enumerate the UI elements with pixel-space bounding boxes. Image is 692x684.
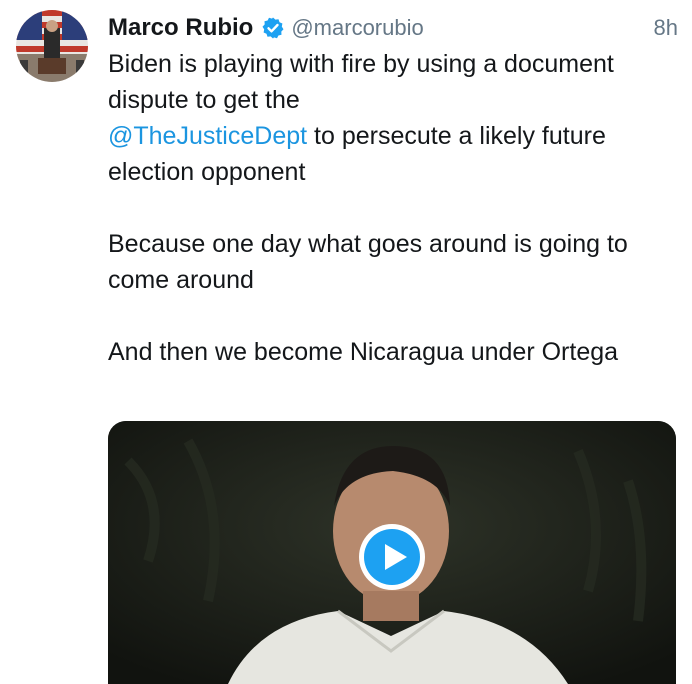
display-name[interactable]: Marco Rubio [108, 14, 253, 42]
video-player[interactable] [108, 421, 676, 684]
tweet-header: Marco Rubio @marcorubio 8h [108, 12, 678, 44]
tweet-text: Biden is playing with fire by using a do… [108, 46, 678, 370]
mention-link[interactable]: @TheJusticeDept [108, 122, 307, 150]
tweet-card[interactable]: Marco Rubio @marcorubio 8h Biden is play… [0, 0, 692, 684]
verified-badge-icon [261, 16, 285, 40]
tweet-paragraph-2: Because one day what goes around is goin… [108, 230, 628, 294]
user-handle[interactable]: @marcorubio [291, 15, 423, 41]
tweet-paragraph-1: Biden is playing with fire by using a do… [108, 46, 678, 190]
tweet-text-line1: Biden is playing with fire by using a do… [108, 50, 614, 114]
play-icon[interactable] [357, 522, 427, 592]
tweet-paragraph-3: And then we become Nicaragua under Orteg… [108, 338, 619, 366]
timestamp[interactable]: 8h [654, 15, 678, 41]
avatar[interactable] [16, 10, 88, 82]
